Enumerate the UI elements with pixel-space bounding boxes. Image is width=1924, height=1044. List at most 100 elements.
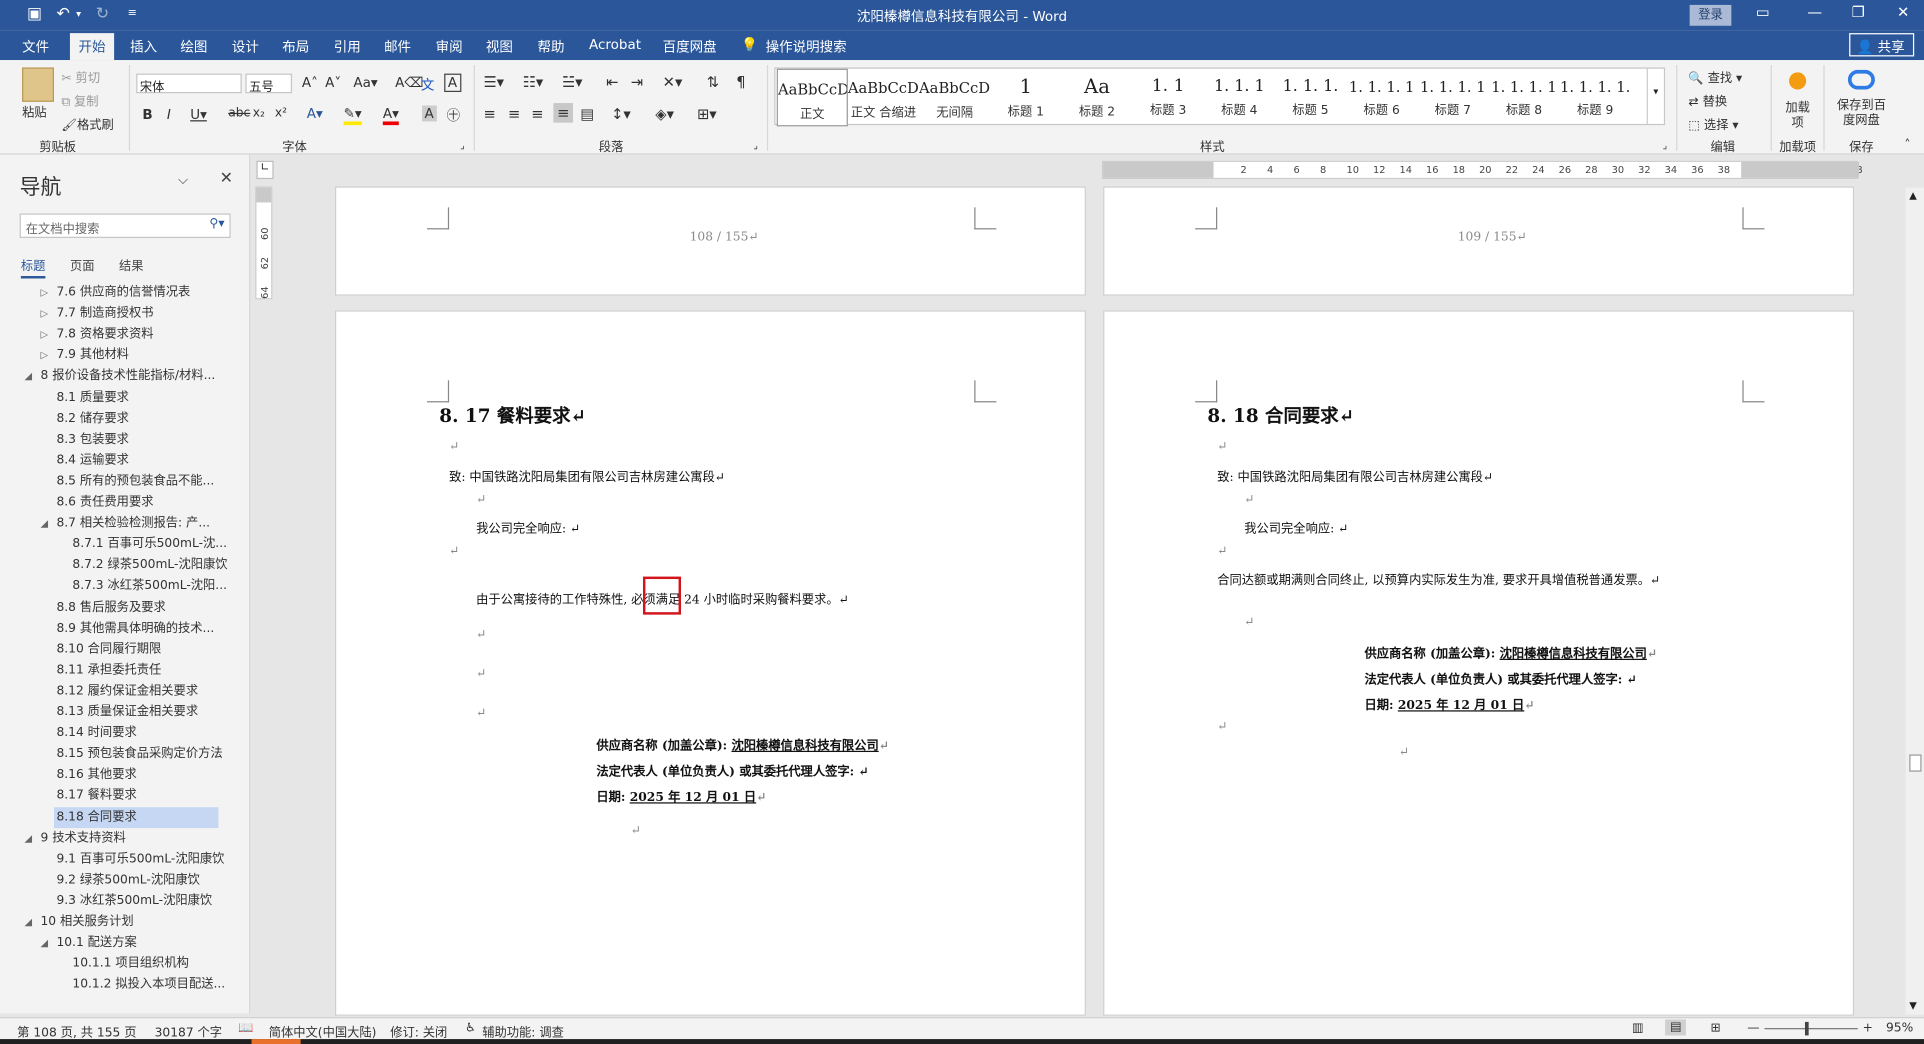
increase-indent-icon[interactable]: ⇥ — [631, 74, 643, 91]
expand-icon[interactable]: ▷ — [40, 308, 48, 319]
nav-heading-item[interactable]: 8.4 运输要求 — [54, 450, 131, 471]
scroll-up-icon[interactable]: ▲ — [1909, 190, 1917, 201]
word-count[interactable]: 30187 个字 — [155, 1022, 222, 1040]
collapse-icon[interactable]: ◢ — [40, 937, 48, 948]
collapse-ribbon-icon[interactable]: ˄ — [1904, 139, 1910, 152]
zoom-level[interactable]: 95% — [1886, 1022, 1913, 1035]
page-108-bottom[interactable]: 108 / 155↵ — [334, 186, 1086, 296]
page-left[interactable]: 8. 17 餐料要求↵ ↵ 致: 中国铁路沈阳局集团有限公司吉林房建公寓段↵ ↵… — [334, 310, 1086, 1016]
tab-mailings[interactable]: 邮件 — [384, 37, 411, 57]
style-heading-1[interactable]: 1 标题 1 — [990, 69, 1061, 127]
style-heading-4[interactable]: 1. 1. 1 标题 4 — [1204, 69, 1275, 127]
expand-icon[interactable]: ▷ — [40, 287, 48, 298]
justify-icon[interactable]: ≡ — [553, 103, 574, 123]
accessibility-status[interactable]: 辅助功能: 调查 — [482, 1022, 564, 1040]
underline-icon[interactable]: U▾ — [190, 107, 207, 123]
char-border-icon[interactable]: A — [444, 73, 461, 93]
nav-heading-item[interactable]: 8.7.2 绿茶500mL-沈阳康饮 — [70, 555, 230, 576]
response-text[interactable]: 我公司完全响应: ↵ — [1244, 518, 1348, 536]
line-spacing-icon[interactable]: ↕▾ — [611, 106, 631, 123]
tab-acrobat[interactable]: Acrobat — [589, 37, 641, 53]
zoom-slider-thumb[interactable] — [1804, 1021, 1809, 1036]
tell-me-search[interactable]: 操作说明搜索 — [766, 37, 847, 57]
zoom-slider[interactable] — [1764, 1028, 1858, 1030]
bullets-icon[interactable]: ☰▾ — [483, 74, 504, 91]
shading-icon[interactable]: ◈▾ — [655, 106, 674, 123]
nav-heading-item[interactable]: 8.5 所有的预包装食品不能... — [54, 471, 217, 492]
addins-button[interactable]: 加载项 — [1782, 102, 1814, 131]
style-heading-9[interactable]: 1. 1. 1. 1. 标题 9 — [1560, 69, 1631, 127]
scroll-thumb[interactable] — [1909, 754, 1922, 772]
ribbon-display-icon[interactable]: ▭ — [1756, 4, 1770, 21]
nav-heading-item[interactable]: 10.1.1 项目组织机构 — [70, 953, 191, 974]
page-right[interactable]: 8. 18 合同要求↵ ↵ 致: 中国铁路沈阳局集团有限公司吉林房建公寓段↵ ↵… — [1103, 310, 1855, 1016]
track-changes[interactable]: 修订: 关闭 — [390, 1022, 447, 1040]
borders-icon[interactable]: ⊞▾ — [697, 106, 717, 123]
copy-button[interactable]: ⧉ 复制 — [61, 91, 98, 109]
addressee-text[interactable]: 致: 中国铁路沈阳局集团有限公司吉林房建公寓段↵ — [1217, 466, 1493, 484]
vertical-ruler[interactable]: 60 62 64 — [255, 186, 273, 300]
nav-heading-item[interactable]: 8 报价设备技术性能指标/材料... — [38, 366, 218, 387]
nav-heading-item[interactable]: 8.10 合同履行期限 — [54, 639, 164, 660]
text-effects-icon[interactable]: A▾ — [307, 106, 323, 122]
multilevel-icon[interactable]: ☱▾ — [562, 74, 583, 91]
styles-dialog-icon[interactable]: ⌟ — [1663, 140, 1668, 151]
tab-baidu[interactable]: 百度网盘 — [663, 37, 717, 57]
nav-heading-item[interactable]: 8.9 其他需具体明确的技术... — [54, 618, 217, 639]
expand-icon[interactable]: ▷ — [40, 329, 48, 340]
collapse-icon[interactable]: ◢ — [25, 916, 33, 927]
nav-heading-item[interactable]: 10 相关服务计划 — [38, 912, 136, 933]
collapse-icon[interactable]: ◢ — [25, 832, 33, 843]
paste-button[interactable]: 粘贴 — [22, 102, 47, 120]
styles-more-icon[interactable]: ▾ — [1646, 68, 1664, 124]
char-shading-icon[interactable]: A — [422, 105, 437, 122]
nav-heading-item[interactable]: 8.17 餐料要求 — [54, 786, 139, 807]
tab-draw[interactable]: 绘图 — [180, 37, 207, 57]
nav-tab-pages[interactable]: 页面 — [70, 255, 95, 273]
highlight-icon[interactable]: ✎▾ — [343, 106, 362, 126]
representative-line[interactable]: 法定代表人 (单位负责人) 或其委托代理人签字: ↵ — [1364, 669, 1636, 687]
paste-icon[interactable] — [22, 67, 54, 102]
replace-button[interactable]: ⇄ 替换 — [1688, 91, 1727, 109]
tab-help[interactable]: 帮助 — [537, 37, 564, 57]
nav-heading-item[interactable]: 9.3 冰红茶500mL-沈阳康饮 — [54, 891, 215, 912]
web-layout-icon[interactable]: ⊞ — [1710, 1022, 1720, 1035]
nav-heading-item[interactable]: 8.2 储存要求 — [54, 408, 131, 429]
show-marks-icon[interactable]: ¶ — [736, 74, 745, 91]
enclose-char-icon[interactable]: ㊉ — [447, 106, 460, 126]
addressee-text[interactable]: 致: 中国铁路沈阳局集团有限公司吉林房建公寓段↵ — [449, 466, 725, 484]
nav-heading-item[interactable]: 8.16 其他要求 — [54, 765, 139, 786]
tab-review[interactable]: 审阅 — [436, 37, 463, 57]
heading-8-17[interactable]: 8. 17 餐料要求↵ — [439, 402, 586, 428]
zoom-in-icon[interactable]: + — [1863, 1022, 1873, 1035]
align-right-icon[interactable]: ≡ — [531, 106, 543, 123]
nav-heading-item[interactable]: 7.7 制造商授权书 — [54, 303, 156, 324]
tab-references[interactable]: 引用 — [334, 37, 361, 57]
baidu-cloud-icon[interactable] — [1847, 69, 1875, 90]
format-painter-button[interactable]: 🖌格式刷 — [61, 114, 113, 132]
sort-icon[interactable]: ⇅ — [707, 74, 719, 91]
login-button[interactable]: 登录 — [1689, 4, 1732, 26]
minimize-icon[interactable]: — — [1807, 4, 1822, 21]
font-dialog-icon[interactable]: ⌟ — [460, 140, 465, 151]
distributed-icon[interactable]: ▤ — [580, 106, 594, 123]
nav-heading-item[interactable]: 9 技术支持资料 — [38, 828, 128, 849]
nav-heading-item[interactable]: 9.2 绿茶500mL-沈阳康饮 — [54, 870, 202, 891]
nav-heading-item[interactable]: 7.8 资格要求资料 — [54, 324, 156, 345]
style-heading-2[interactable]: Aa 标题 2 — [1061, 69, 1132, 127]
font-color-icon[interactable]: A▾ — [382, 106, 399, 126]
scroll-down-icon[interactable]: ▼ — [1909, 1000, 1917, 1011]
subscript-icon[interactable]: x₂ — [253, 107, 265, 120]
align-center-icon[interactable]: ≡ — [508, 106, 520, 123]
search-icon[interactable]: ⚲▾ — [209, 217, 224, 230]
style-indent[interactable]: AaBbCcDd正文 合缩进 — [848, 69, 919, 127]
tab-file[interactable]: 文件 — [22, 37, 49, 57]
tab-view[interactable]: 视图 — [486, 37, 513, 57]
zoom-out-icon[interactable]: — — [1747, 1022, 1759, 1035]
addins-icon[interactable] — [1789, 72, 1807, 90]
style-heading-5[interactable]: 1. 1. 1. 标题 5 — [1275, 69, 1346, 127]
print-layout-icon[interactable]: ▤ — [1665, 1019, 1687, 1036]
tab-layout[interactable]: 布局 — [282, 37, 309, 57]
style-heading-8[interactable]: 1. 1. 1. 1 标题 8 — [1488, 69, 1559, 127]
nav-heading-item[interactable]: 10.1.2 拟投入本项目配送... — [70, 974, 228, 995]
